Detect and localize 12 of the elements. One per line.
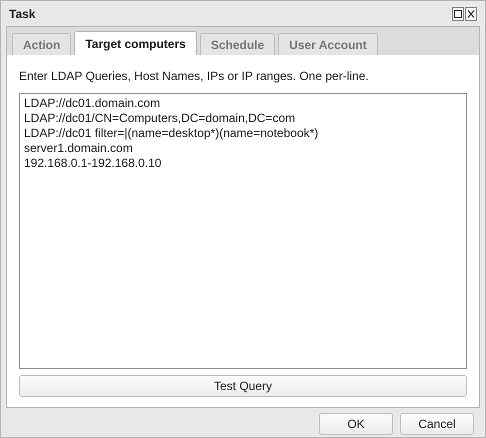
tab[interactable]: Action [12, 33, 72, 55]
window-title: Task [9, 6, 36, 22]
tab[interactable]: User Account [278, 33, 378, 55]
instruction-text: Enter LDAP Queries, Host Names, IPs or IP ranges. One per-line. [19, 68, 370, 85]
maximize-icon[interactable] [452, 6, 464, 20]
targets-input[interactable]: LDAP://dc01.domain.com LDAP://dc01/CN=Computers,DC=domain,DC=com LDAP://dc01 filter=|(name=desktop*)(name=notebook*) server1.domain.com 192.168.0.1-192.168.0.10 [19, 93, 467, 369]
test-query-button[interactable]: Test Query [19, 375, 467, 397]
ok-button[interactable]: OK [319, 413, 393, 435]
close-icon[interactable] [465, 6, 477, 20]
cancel-button[interactable]: Cancel [400, 413, 474, 435]
tab[interactable]: Target computers [74, 31, 197, 55]
tab[interactable]: Schedule [200, 33, 276, 55]
